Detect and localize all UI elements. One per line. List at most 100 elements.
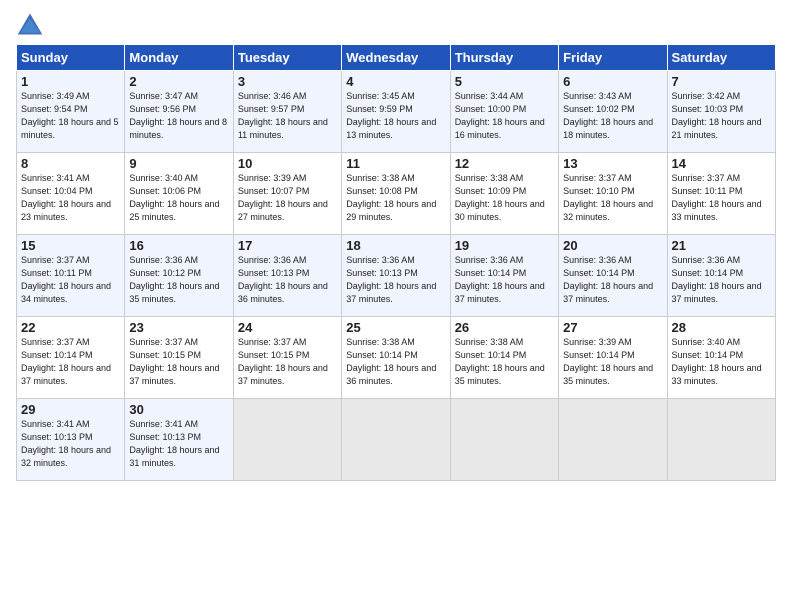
day-info: Sunrise: 3:36 AM Sunset: 10:14 PM Daylig… bbox=[672, 254, 771, 306]
day-info: Sunrise: 3:37 AM Sunset: 10:11 PM Daylig… bbox=[21, 254, 120, 306]
header-tuesday: Tuesday bbox=[233, 45, 341, 71]
calendar-cell: 19 Sunrise: 3:36 AM Sunset: 10:14 PM Day… bbox=[450, 235, 558, 317]
calendar-cell: 28 Sunrise: 3:40 AM Sunset: 10:14 PM Day… bbox=[667, 317, 775, 399]
day-info: Sunrise: 3:37 AM Sunset: 10:15 PM Daylig… bbox=[238, 336, 337, 388]
header-saturday: Saturday bbox=[667, 45, 775, 71]
day-info: Sunrise: 3:37 AM Sunset: 10:11 PM Daylig… bbox=[672, 172, 771, 224]
day-info: Sunrise: 3:37 AM Sunset: 10:10 PM Daylig… bbox=[563, 172, 662, 224]
day-number: 29 bbox=[21, 402, 120, 417]
day-number: 11 bbox=[346, 156, 445, 171]
day-info: Sunrise: 3:41 AM Sunset: 10:13 PM Daylig… bbox=[21, 418, 120, 470]
day-number: 15 bbox=[21, 238, 120, 253]
calendar-cell: 10 Sunrise: 3:39 AM Sunset: 10:07 PM Day… bbox=[233, 153, 341, 235]
day-info: Sunrise: 3:41 AM Sunset: 10:13 PM Daylig… bbox=[129, 418, 228, 470]
calendar-cell: 1 Sunrise: 3:49 AM Sunset: 9:54 PM Dayli… bbox=[17, 71, 125, 153]
calendar-cell: 18 Sunrise: 3:36 AM Sunset: 10:13 PM Day… bbox=[342, 235, 450, 317]
day-info: Sunrise: 3:38 AM Sunset: 10:14 PM Daylig… bbox=[346, 336, 445, 388]
day-number: 16 bbox=[129, 238, 228, 253]
calendar-week-row: 8 Sunrise: 3:41 AM Sunset: 10:04 PM Dayl… bbox=[17, 153, 776, 235]
calendar-cell: 7 Sunrise: 3:42 AM Sunset: 10:03 PM Dayl… bbox=[667, 71, 775, 153]
day-number: 14 bbox=[672, 156, 771, 171]
day-number: 1 bbox=[21, 74, 120, 89]
calendar-cell bbox=[559, 399, 667, 481]
calendar-week-row: 15 Sunrise: 3:37 AM Sunset: 10:11 PM Day… bbox=[17, 235, 776, 317]
calendar-cell: 24 Sunrise: 3:37 AM Sunset: 10:15 PM Day… bbox=[233, 317, 341, 399]
day-info: Sunrise: 3:42 AM Sunset: 10:03 PM Daylig… bbox=[672, 90, 771, 142]
calendar-cell: 3 Sunrise: 3:46 AM Sunset: 9:57 PM Dayli… bbox=[233, 71, 341, 153]
calendar-cell: 21 Sunrise: 3:36 AM Sunset: 10:14 PM Day… bbox=[667, 235, 775, 317]
calendar-cell: 13 Sunrise: 3:37 AM Sunset: 10:10 PM Day… bbox=[559, 153, 667, 235]
calendar-cell bbox=[667, 399, 775, 481]
calendar-week-row: 1 Sunrise: 3:49 AM Sunset: 9:54 PM Dayli… bbox=[17, 71, 776, 153]
day-number: 30 bbox=[129, 402, 228, 417]
day-number: 20 bbox=[563, 238, 662, 253]
header-friday: Friday bbox=[559, 45, 667, 71]
day-info: Sunrise: 3:37 AM Sunset: 10:15 PM Daylig… bbox=[129, 336, 228, 388]
calendar-cell: 25 Sunrise: 3:38 AM Sunset: 10:14 PM Day… bbox=[342, 317, 450, 399]
day-info: Sunrise: 3:38 AM Sunset: 10:08 PM Daylig… bbox=[346, 172, 445, 224]
calendar-cell bbox=[342, 399, 450, 481]
day-number: 28 bbox=[672, 320, 771, 335]
calendar-cell: 30 Sunrise: 3:41 AM Sunset: 10:13 PM Day… bbox=[125, 399, 233, 481]
day-info: Sunrise: 3:47 AM Sunset: 9:56 PM Dayligh… bbox=[129, 90, 228, 142]
calendar-cell: 20 Sunrise: 3:36 AM Sunset: 10:14 PM Day… bbox=[559, 235, 667, 317]
day-number: 25 bbox=[346, 320, 445, 335]
calendar-cell: 26 Sunrise: 3:38 AM Sunset: 10:14 PM Day… bbox=[450, 317, 558, 399]
header-monday: Monday bbox=[125, 45, 233, 71]
day-number: 24 bbox=[238, 320, 337, 335]
day-info: Sunrise: 3:46 AM Sunset: 9:57 PM Dayligh… bbox=[238, 90, 337, 142]
calendar-cell: 14 Sunrise: 3:37 AM Sunset: 10:11 PM Day… bbox=[667, 153, 775, 235]
day-number: 22 bbox=[21, 320, 120, 335]
day-info: Sunrise: 3:45 AM Sunset: 9:59 PM Dayligh… bbox=[346, 90, 445, 142]
day-number: 27 bbox=[563, 320, 662, 335]
day-number: 4 bbox=[346, 74, 445, 89]
day-number: 2 bbox=[129, 74, 228, 89]
header-sunday: Sunday bbox=[17, 45, 125, 71]
calendar-cell: 29 Sunrise: 3:41 AM Sunset: 10:13 PM Day… bbox=[17, 399, 125, 481]
calendar-cell: 6 Sunrise: 3:43 AM Sunset: 10:02 PM Dayl… bbox=[559, 71, 667, 153]
calendar-cell: 2 Sunrise: 3:47 AM Sunset: 9:56 PM Dayli… bbox=[125, 71, 233, 153]
calendar-cell: 16 Sunrise: 3:36 AM Sunset: 10:12 PM Day… bbox=[125, 235, 233, 317]
day-info: Sunrise: 3:36 AM Sunset: 10:14 PM Daylig… bbox=[563, 254, 662, 306]
day-number: 18 bbox=[346, 238, 445, 253]
calendar-cell bbox=[450, 399, 558, 481]
calendar-cell: 27 Sunrise: 3:39 AM Sunset: 10:14 PM Day… bbox=[559, 317, 667, 399]
day-info: Sunrise: 3:44 AM Sunset: 10:00 PM Daylig… bbox=[455, 90, 554, 142]
calendar-cell: 4 Sunrise: 3:45 AM Sunset: 9:59 PM Dayli… bbox=[342, 71, 450, 153]
day-number: 26 bbox=[455, 320, 554, 335]
day-info: Sunrise: 3:40 AM Sunset: 10:06 PM Daylig… bbox=[129, 172, 228, 224]
day-number: 13 bbox=[563, 156, 662, 171]
day-number: 21 bbox=[672, 238, 771, 253]
day-number: 7 bbox=[672, 74, 771, 89]
calendar-cell: 12 Sunrise: 3:38 AM Sunset: 10:09 PM Day… bbox=[450, 153, 558, 235]
day-number: 23 bbox=[129, 320, 228, 335]
day-info: Sunrise: 3:39 AM Sunset: 10:07 PM Daylig… bbox=[238, 172, 337, 224]
day-number: 6 bbox=[563, 74, 662, 89]
day-info: Sunrise: 3:43 AM Sunset: 10:02 PM Daylig… bbox=[563, 90, 662, 142]
calendar-week-row: 29 Sunrise: 3:41 AM Sunset: 10:13 PM Day… bbox=[17, 399, 776, 481]
calendar-table: Sunday Monday Tuesday Wednesday Thursday… bbox=[16, 44, 776, 481]
logo bbox=[16, 10, 48, 38]
day-info: Sunrise: 3:41 AM Sunset: 10:04 PM Daylig… bbox=[21, 172, 120, 224]
day-info: Sunrise: 3:36 AM Sunset: 10:12 PM Daylig… bbox=[129, 254, 228, 306]
day-info: Sunrise: 3:36 AM Sunset: 10:14 PM Daylig… bbox=[455, 254, 554, 306]
day-number: 10 bbox=[238, 156, 337, 171]
header-wednesday: Wednesday bbox=[342, 45, 450, 71]
day-info: Sunrise: 3:38 AM Sunset: 10:09 PM Daylig… bbox=[455, 172, 554, 224]
day-number: 3 bbox=[238, 74, 337, 89]
day-info: Sunrise: 3:39 AM Sunset: 10:14 PM Daylig… bbox=[563, 336, 662, 388]
calendar-cell: 9 Sunrise: 3:40 AM Sunset: 10:06 PM Dayl… bbox=[125, 153, 233, 235]
day-number: 5 bbox=[455, 74, 554, 89]
day-number: 8 bbox=[21, 156, 120, 171]
header-thursday: Thursday bbox=[450, 45, 558, 71]
calendar-cell: 8 Sunrise: 3:41 AM Sunset: 10:04 PM Dayl… bbox=[17, 153, 125, 235]
day-info: Sunrise: 3:36 AM Sunset: 10:13 PM Daylig… bbox=[346, 254, 445, 306]
calendar-cell bbox=[233, 399, 341, 481]
calendar-cell: 11 Sunrise: 3:38 AM Sunset: 10:08 PM Day… bbox=[342, 153, 450, 235]
calendar-cell: 15 Sunrise: 3:37 AM Sunset: 10:11 PM Day… bbox=[17, 235, 125, 317]
calendar-cell: 17 Sunrise: 3:36 AM Sunset: 10:13 PM Day… bbox=[233, 235, 341, 317]
page-container: Sunday Monday Tuesday Wednesday Thursday… bbox=[0, 0, 792, 491]
calendar-cell: 22 Sunrise: 3:37 AM Sunset: 10:14 PM Day… bbox=[17, 317, 125, 399]
days-header-row: Sunday Monday Tuesday Wednesday Thursday… bbox=[17, 45, 776, 71]
day-number: 17 bbox=[238, 238, 337, 253]
